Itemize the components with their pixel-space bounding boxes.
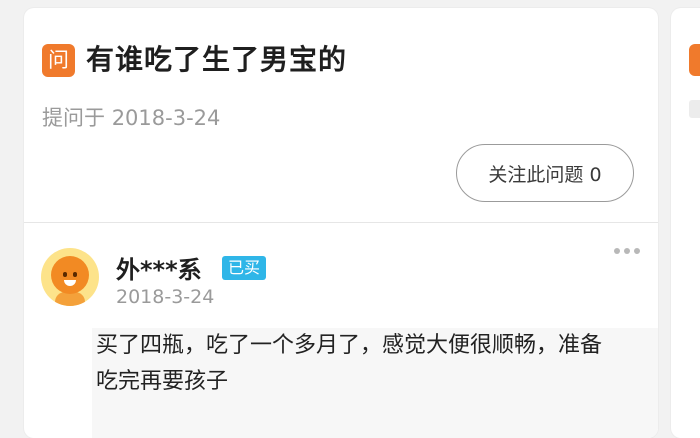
answer-date: 2018-3-24 (116, 286, 215, 308)
question-badge-icon: 问 (42, 44, 75, 77)
asked-info: 提问于 2018-3-24 (42, 102, 220, 132)
question-title: 有谁吃了生了男宝的 (86, 43, 348, 76)
question-badge-icon (689, 44, 700, 76)
answer-text: 买了四瓶，吃了一个多月了，感觉大便很顺畅，准备吃完再要孩子 (96, 333, 603, 394)
placeholder-line (689, 100, 700, 118)
asked-prefix: 提问于 (42, 106, 105, 130)
answer-username: 外***系 (116, 256, 202, 284)
asked-date: 2018-3-24 (111, 106, 221, 130)
bought-badge: 已买 (222, 256, 267, 280)
more-dots-icon[interactable] (614, 248, 640, 254)
divider (24, 222, 658, 223)
follow-question-button[interactable]: 关注此问题 0 (456, 144, 634, 202)
next-card-peek[interactable] (671, 8, 700, 438)
user-avatar[interactable] (41, 248, 99, 306)
